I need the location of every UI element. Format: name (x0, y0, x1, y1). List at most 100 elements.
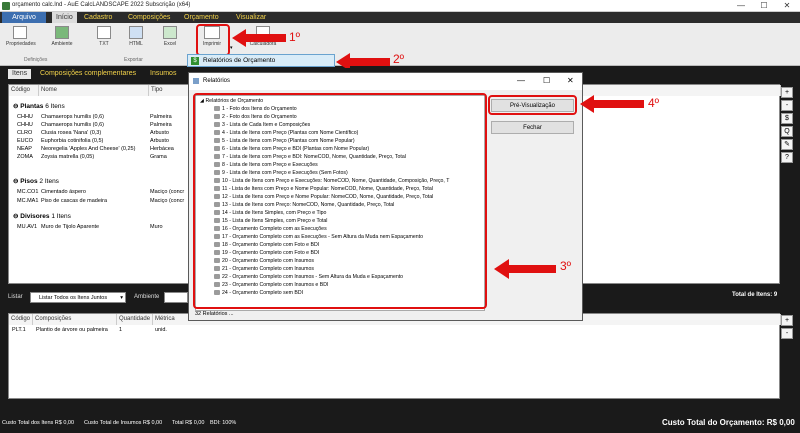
add-composition-button[interactable]: + (781, 315, 793, 326)
arrow-3-icon (494, 259, 556, 279)
cell-name: Euphorbia cotinifolia (0,5) (41, 138, 104, 144)
cell-code: PLT.1 (12, 327, 26, 333)
tab-insumos[interactable]: Insumos (146, 69, 180, 79)
remove-composition-button[interactable]: - (781, 328, 793, 339)
cell-type: Herbácea (150, 146, 174, 152)
total-itens: Total de Itens: 9 (732, 292, 778, 298)
group-label: Divisores (20, 213, 50, 220)
tab-itens[interactable]: Itens (8, 69, 32, 79)
cell-composition: Plantio de árvore ou palmeira (36, 327, 108, 333)
quantity-button[interactable]: Q (781, 126, 793, 137)
cell-type: Palmeira (150, 114, 172, 120)
group-label: Plantas (20, 103, 44, 110)
group-plantas[interactable]: ⊖ Plantas 6 Itens (13, 103, 65, 111)
cell-code: MU.AV1 (17, 224, 38, 230)
group-exportar: Exportar (124, 57, 143, 63)
annotation-1: 1º (289, 30, 301, 44)
dialog-maximize-button[interactable]: ☐ (543, 76, 550, 85)
col-nome[interactable]: Nome (39, 85, 149, 96)
group-definicoes: Definições (24, 57, 48, 63)
title-bar: orçamento calc.lnd - AuE CalcLANDSCAPE 2… (0, 0, 800, 12)
html-button[interactable]: HTML (122, 26, 150, 54)
cell-type: Grama (150, 154, 167, 160)
status-grand-total: Custo Total do Orçamento: R$ 0,00 (662, 418, 795, 427)
cell-code: ZOMA (17, 154, 33, 160)
status-total: Total R$ 0,00 (172, 420, 205, 426)
status-bdi: BDI: 100% (210, 420, 237, 426)
cell-type: Palmeira (150, 122, 172, 128)
highlight-tree (193, 93, 487, 309)
help-button[interactable]: ? (781, 152, 793, 163)
cell-type: Arbusto (150, 130, 169, 136)
window-title: orçamento calc.lnd - AuE CalcLANDSCAPE 2… (12, 2, 191, 8)
money-icon: $ (191, 57, 199, 65)
properties-icon (13, 26, 27, 39)
ambiente-select[interactable] (164, 292, 188, 303)
dialog-close-button[interactable]: ✕ (567, 76, 574, 85)
tab-composicoes-complementares[interactable]: Composições complementares (36, 69, 140, 79)
menu-bar: Arquivo Início Cadastro Composições Orça… (0, 12, 800, 23)
menu-inicio[interactable]: Início (52, 12, 77, 23)
status-bar: Custo Total dos Itens R$ 0,00 Custo Tota… (0, 415, 800, 433)
maximize-button[interactable]: ☐ (753, 0, 775, 12)
menu-visualizar[interactable]: Visualizar (232, 12, 270, 23)
status-items-cost: Custo Total dos Itens R$ 0,00 (2, 420, 75, 426)
cell-name: Piso de cascas de madeira (41, 198, 108, 204)
menu-arquivo[interactable]: Arquivo (2, 12, 46, 23)
app-icon (2, 2, 10, 10)
txt-icon (97, 26, 111, 39)
cell-code: EUCO (17, 138, 33, 144)
listar-select[interactable]: Listar Todos os Itens Juntos ▾ (30, 292, 126, 303)
col2-composicoes[interactable]: Composições (33, 314, 117, 325)
group-pisos[interactable]: ⊖ Pisos 2 Itens (13, 178, 59, 186)
ambiente-button[interactable]: Ambiente (48, 26, 76, 54)
dialog-minimize-button[interactable]: — (517, 76, 525, 85)
cell-name: Chamaerops humilis (0,6) (41, 122, 104, 128)
menu-cadastro[interactable]: Cadastro (80, 12, 116, 23)
menu-composicoes[interactable]: Composições (124, 12, 174, 23)
excel-icon (163, 26, 177, 39)
compositions-grid: Código Composições Quantidade Métrica PL… (8, 313, 781, 399)
menu-orcamento[interactable]: Orçamento (180, 12, 223, 23)
annotation-4: 4º (648, 96, 660, 110)
cell-code: MC.CO1 (17, 189, 39, 195)
group-count: 6 Itens (45, 103, 65, 110)
remove-item-button[interactable]: - (781, 100, 793, 111)
cell-name: Chamaerops humilis (0,6) (41, 114, 104, 120)
txt-button[interactable]: TXT (90, 26, 118, 54)
close-button[interactable]: ✕ (776, 0, 798, 12)
annotation-2: 2º (393, 52, 405, 66)
group-count: 2 Itens (39, 178, 59, 185)
relatorios-orcamento-menu-item[interactable]: $ Relatórios de Orçamento (187, 54, 335, 67)
cell-name: Cimentado áspero (41, 189, 86, 195)
propriedades-button[interactable]: Propriedades (6, 26, 36, 54)
group-divisores[interactable]: ⊖ Divisores 1 Itens (13, 213, 71, 221)
cell-type: Maciço (concr (150, 189, 185, 195)
html-label: HTML (129, 41, 143, 47)
cell-type: Muro (150, 224, 163, 230)
listar-label: Listar (8, 294, 23, 300)
annotation-3: 3º (560, 259, 572, 273)
col2-codigo[interactable]: Código (9, 314, 33, 325)
edit-button[interactable]: ✎ (781, 139, 793, 150)
col2-quantidade[interactable]: Quantidade (117, 314, 153, 325)
dialog-title: Relatórios (203, 78, 231, 84)
environment-icon (55, 26, 69, 39)
highlight-imprimir (196, 24, 230, 56)
col-codigo[interactable]: Código (9, 85, 39, 96)
fechar-button[interactable]: Fechar (491, 121, 574, 134)
txt-label: TXT (99, 41, 109, 47)
propriedades-label: Propriedades (6, 41, 36, 47)
excel-button[interactable]: Excel (156, 26, 184, 54)
dialog-titlebar: Relatórios — ☐ ✕ (189, 73, 582, 90)
add-item-button[interactable]: + (781, 87, 793, 98)
chevron-down-icon: ▾ (120, 295, 123, 301)
minimize-button[interactable]: — (730, 0, 752, 12)
highlight-preview (488, 95, 577, 115)
group-count: 1 Itens (51, 213, 71, 220)
cell-name: Muro de Tijolo Aparente (41, 224, 100, 230)
dialog-icon (193, 78, 199, 84)
arrow-4-icon (580, 95, 644, 113)
price-button[interactable]: $ (781, 113, 793, 124)
cell-type: Arbusto (150, 138, 169, 144)
